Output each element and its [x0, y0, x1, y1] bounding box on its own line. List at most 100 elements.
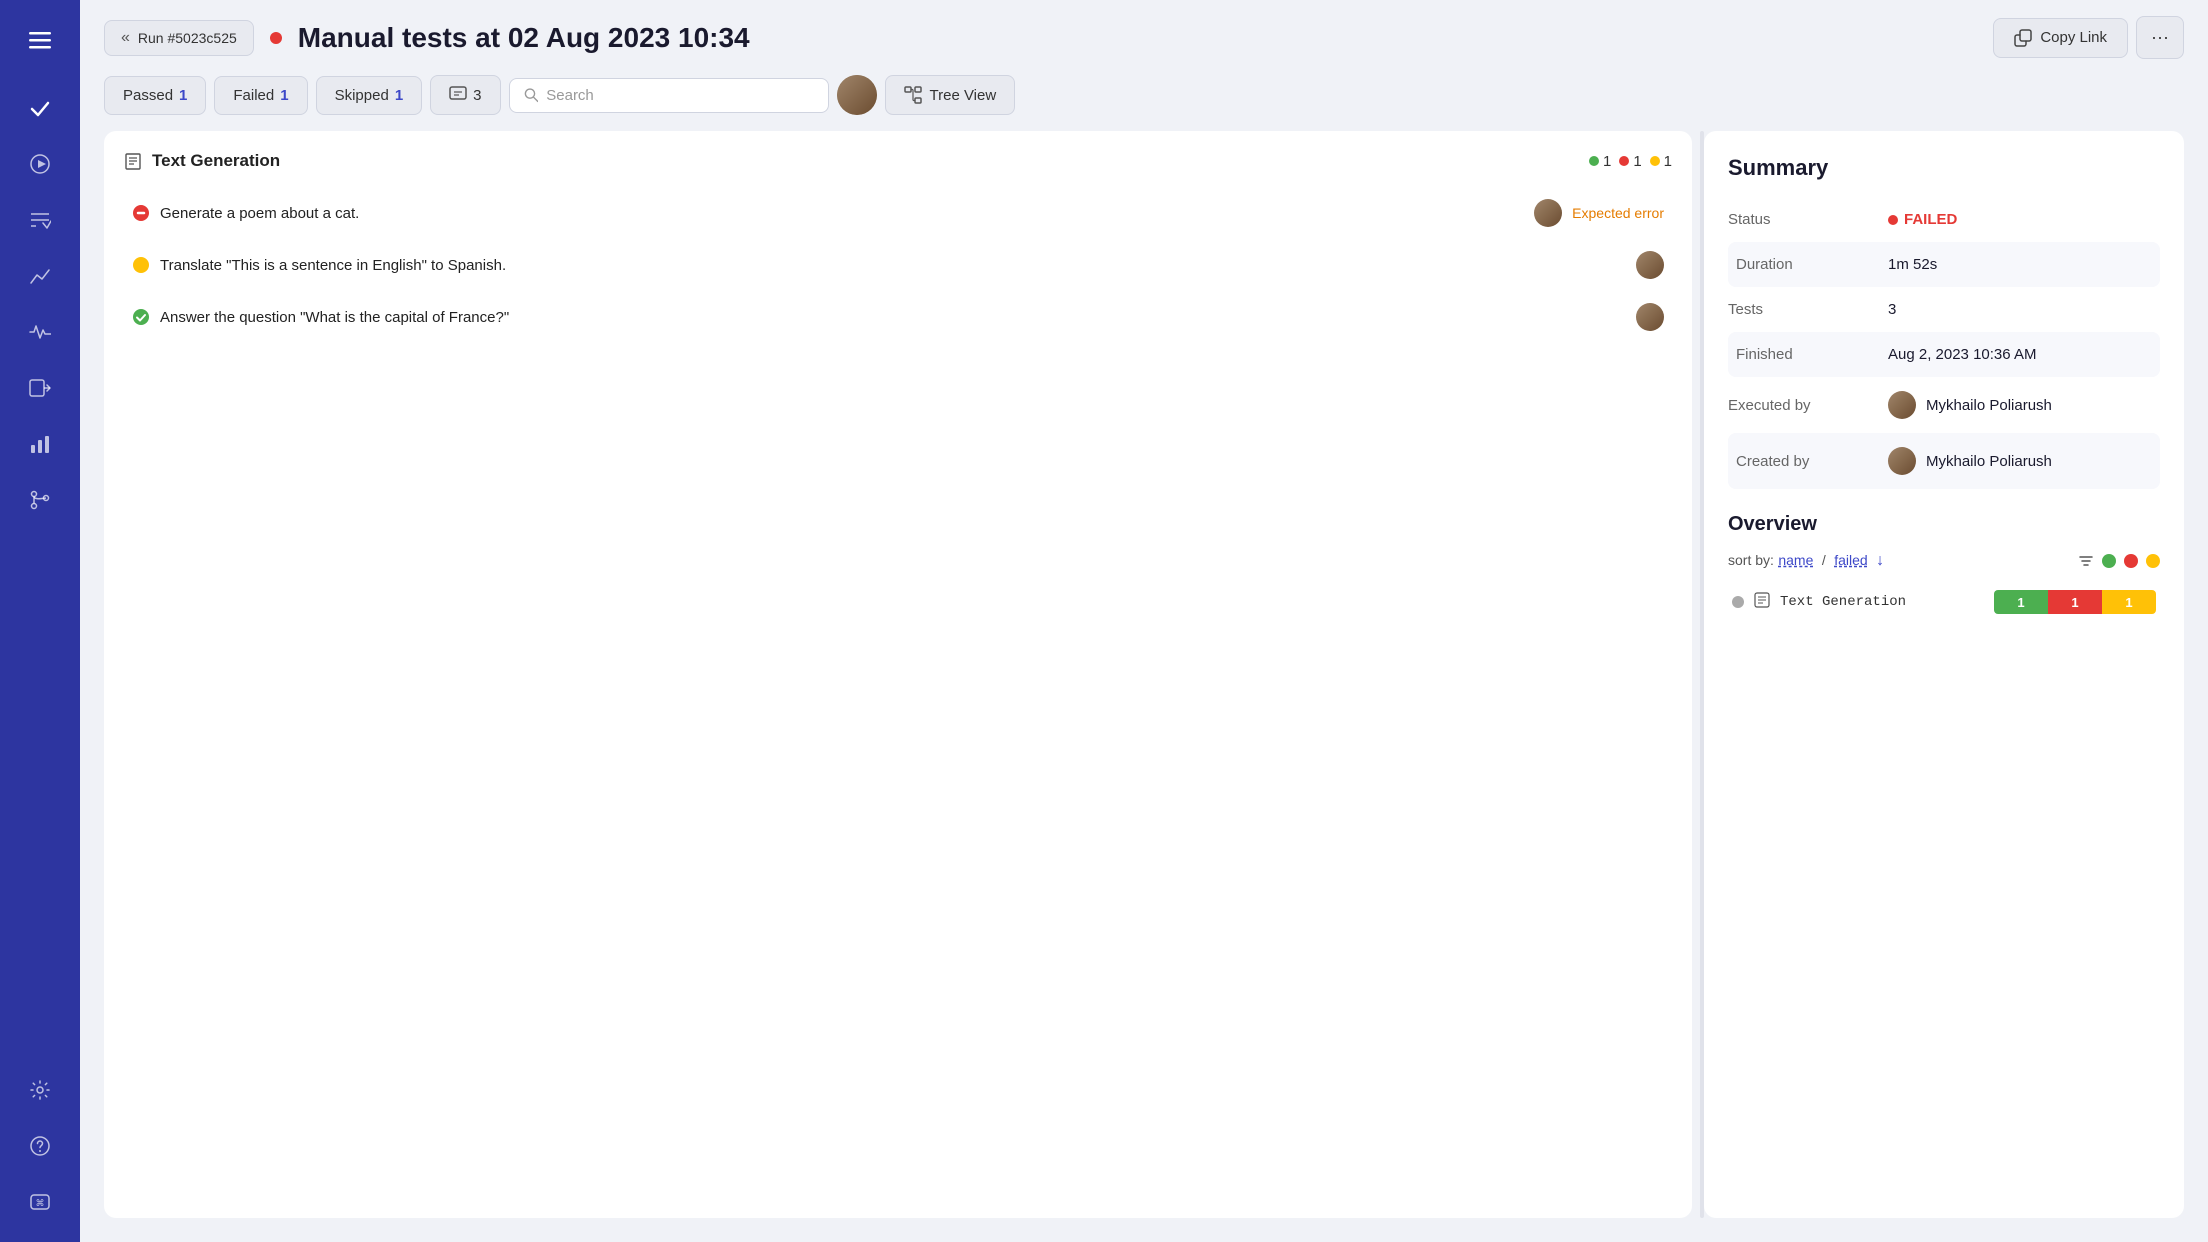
test-item-1[interactable]: Generate a poem about a cat. Expected er…	[124, 187, 1672, 239]
created-by-name: Mykhailo Poliarush	[1926, 453, 2052, 470]
right-panel: Summary Status FAILED Duration 1m 52s	[1704, 131, 2184, 1218]
test-name-3: Answer the question "What is the capital…	[160, 309, 1626, 326]
sort-label: sort by:	[1728, 552, 1774, 568]
overview-title: Overview	[1728, 513, 2160, 536]
created-by-avatar	[1888, 447, 1916, 475]
avatar[interactable]	[837, 75, 877, 115]
status-value: FAILED	[1888, 197, 2160, 242]
main-content: « Run #5023c525 Manual tests at 02 Aug 2…	[80, 0, 2208, 1242]
executed-by-value: Mykhailo Poliarush	[1888, 377, 2160, 433]
test-avatar-2	[1636, 251, 1664, 279]
test-item-3[interactable]: Answer the question "What is the capital…	[124, 291, 1672, 343]
suite-count-red: 1	[1633, 153, 1641, 170]
sidebar-trend-icon[interactable]	[16, 252, 64, 300]
tree-view-button[interactable]: Tree View	[885, 75, 1016, 115]
filter-icon[interactable]	[2078, 553, 2094, 569]
sidebar-import-icon[interactable]	[16, 364, 64, 412]
skipped-label: Skipped	[335, 87, 389, 104]
suite-count-green: 1	[1603, 153, 1611, 170]
sidebar-checklist-icon[interactable]	[16, 196, 64, 244]
chat-count: 3	[473, 87, 481, 104]
passed-label: Passed	[123, 87, 173, 104]
yellow-dot	[1650, 156, 1660, 166]
sort-failed-link[interactable]: failed	[1834, 552, 1867, 568]
content-area: Text Generation 1 1 1	[80, 131, 2208, 1242]
test-status-pending-icon	[132, 256, 150, 274]
filter-dot-red[interactable]	[2124, 554, 2138, 568]
sidebar-play-icon[interactable]	[16, 140, 64, 188]
copy-icon	[2014, 29, 2032, 47]
search-input[interactable]	[546, 87, 813, 104]
suite-yellow-count: 1	[1650, 153, 1672, 170]
overview-item-dot	[1732, 596, 1744, 608]
overview-item-1[interactable]: Text Generation 1 1 1	[1728, 582, 2160, 622]
test-item-2[interactable]: Translate "This is a sentence in English…	[124, 239, 1672, 291]
sort-row: sort by: name / failed ↓	[1728, 552, 2160, 570]
header: « Run #5023c525 Manual tests at 02 Aug 2…	[80, 0, 2208, 75]
search-box[interactable]	[509, 78, 829, 113]
sort-arrow-icon: ↓	[1876, 552, 1884, 569]
suite-icon	[124, 152, 142, 170]
sidebar-branch-icon[interactable]	[16, 476, 64, 524]
passed-filter-button[interactable]: Passed 1	[104, 76, 206, 115]
run-badge[interactable]: « Run #5023c525	[104, 20, 254, 56]
run-id: Run #5023c525	[138, 30, 237, 46]
sidebar-bottom: ⌘	[16, 1066, 64, 1226]
sidebar-settings-icon[interactable]	[16, 1066, 64, 1114]
tests-label: Tests	[1728, 287, 1888, 332]
executed-by-name: Mykhailo Poliarush	[1926, 397, 2052, 414]
summary-row-created-by: Created by Mykhailo Poliarush	[1728, 433, 2160, 489]
executed-by-avatar	[1888, 391, 1916, 419]
sort-controls: sort by: name / failed ↓	[1728, 552, 1884, 570]
overview-item-icon	[1754, 592, 1770, 613]
chat-icon	[449, 86, 467, 104]
status-label: Status	[1728, 197, 1888, 242]
sidebar-check-icon[interactable]	[16, 84, 64, 132]
green-dot	[1589, 156, 1599, 166]
suite-header: Text Generation 1 1 1	[124, 151, 1672, 171]
sort-name-link[interactable]: name	[1778, 552, 1813, 568]
copy-link-button[interactable]: Copy Link	[1993, 18, 2128, 58]
summary-row-finished: Finished Aug 2, 2023 10:36 AM	[1728, 332, 2160, 377]
sidebar-help-icon[interactable]	[16, 1122, 64, 1170]
filter-dots	[2078, 553, 2160, 569]
filter-dot-yellow[interactable]	[2146, 554, 2160, 568]
toolbar: Passed 1 Failed 1 Skipped 1 3	[80, 75, 2208, 131]
created-by-user-cell: Mykhailo Poliarush	[1888, 447, 2160, 475]
chat-button[interactable]: 3	[430, 75, 500, 115]
sidebar-shortcut-icon[interactable]: ⌘	[16, 1178, 64, 1226]
more-button[interactable]: ···	[2136, 16, 2184, 59]
sidebar-pulse-icon[interactable]	[16, 308, 64, 356]
progress-seg-yellow: 1	[2102, 590, 2156, 614]
summary-row-duration: Duration 1m 52s	[1728, 242, 2160, 287]
status-red-dot	[1888, 215, 1898, 225]
failed-filter-button[interactable]: Failed 1	[214, 76, 307, 115]
sidebar: ⌘	[0, 0, 80, 1242]
summary-row-tests: Tests 3	[1728, 287, 2160, 332]
red-dot	[1619, 156, 1629, 166]
suite-counts: 1 1 1	[1589, 153, 1672, 170]
finished-value: Aug 2, 2023 10:36 AM	[1888, 332, 2160, 377]
failed-label: Failed	[233, 87, 274, 104]
progress-seg-red: 1	[2048, 590, 2102, 614]
summary-table: Status FAILED Duration 1m 52s Tests 3	[1728, 197, 2160, 489]
passed-count: 1	[179, 87, 187, 104]
tests-value: 3	[1888, 287, 2160, 332]
left-panel: Text Generation 1 1 1	[104, 131, 1692, 1218]
progress-seg-green: 1	[1994, 590, 2048, 614]
test-status-passed-icon	[132, 308, 150, 326]
summary-row-status: Status FAILED	[1728, 197, 2160, 242]
filter-dot-green[interactable]	[2102, 554, 2116, 568]
finished-label: Finished	[1728, 332, 1888, 377]
test-name-2: Translate "This is a sentence in English…	[160, 257, 1626, 274]
executed-by-user-cell: Mykhailo Poliarush	[1888, 391, 2160, 419]
page-title: Manual tests at 02 Aug 2023 10:34	[298, 22, 1978, 54]
svg-text:⌘: ⌘	[36, 1198, 45, 1208]
suite-red-count: 1	[1619, 153, 1641, 170]
skipped-filter-button[interactable]: Skipped 1	[316, 76, 423, 115]
created-by-label: Created by	[1728, 433, 1888, 489]
run-status-dot	[270, 32, 282, 44]
sort-separator: /	[1822, 552, 1826, 568]
sidebar-menu-icon[interactable]	[16, 16, 64, 64]
sidebar-chart-icon[interactable]	[16, 420, 64, 468]
